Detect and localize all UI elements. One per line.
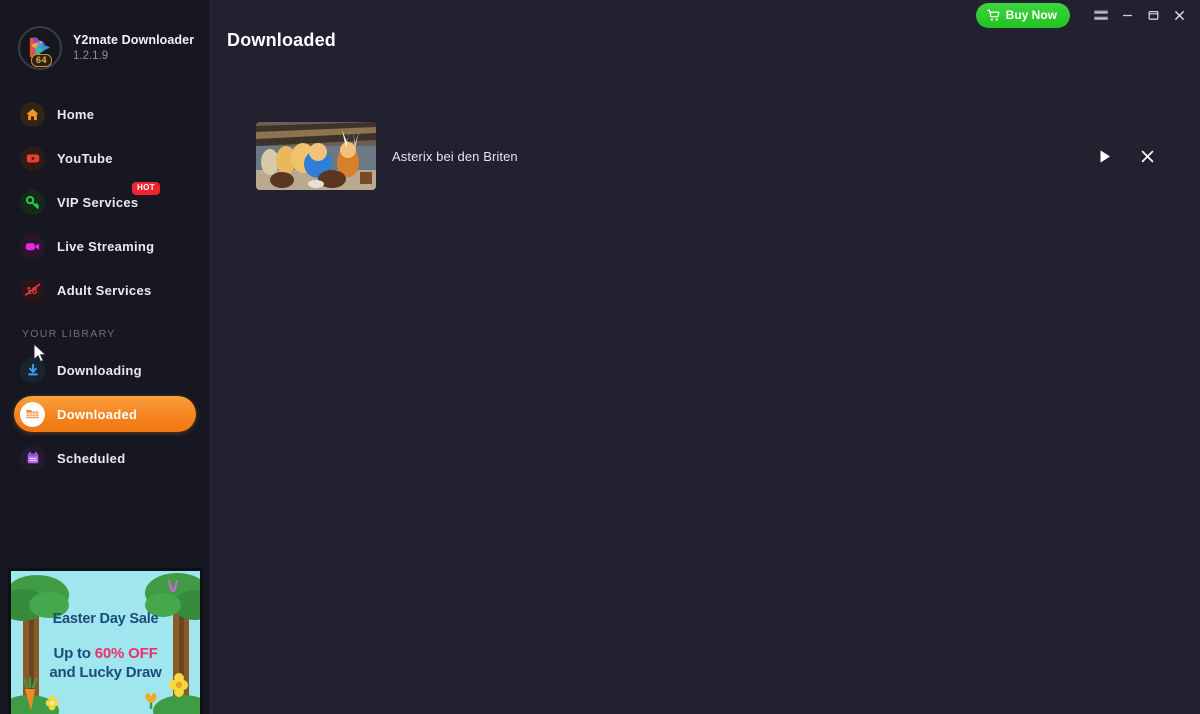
download-arrow-icon [20, 357, 45, 383]
promo-line2: Up to 60% OFF [11, 645, 200, 662]
key-icon [20, 189, 45, 215]
arch-badge: 64 [31, 54, 53, 67]
play-button[interactable] [1092, 143, 1118, 169]
sidebar-item-label: VIP Services [57, 194, 139, 210]
calendar-icon [20, 445, 45, 471]
folder-icon [20, 401, 45, 427]
sidebar-item-label: Downloading [57, 362, 142, 378]
sidebar-item-label: Live Streaming [57, 238, 155, 254]
promo-banner[interactable]: Easter Day Sale Up to 60% OFF and Lucky … [8, 568, 203, 714]
thumbnail-artwork [256, 122, 376, 190]
page-title: Downloaded [227, 30, 336, 50]
sidebar-item-label: Home [57, 106, 95, 122]
app-logo: 64 [18, 26, 62, 70]
sidebar-item-home[interactable]: Home [14, 96, 196, 132]
minimize-icon [1122, 14, 1132, 16]
item-actions [1092, 143, 1160, 169]
sidebar-item-vip-services[interactable]: VIP Services HOT [14, 182, 196, 220]
sidebar-item-downloaded[interactable]: Downloaded [14, 396, 196, 432]
buy-now-button[interactable]: Buy Now [975, 2, 1070, 28]
promo-discount: 60% OFF [94, 645, 158, 662]
close-icon [1141, 150, 1153, 162]
brand-header: 64 Y2mate Downloader 1.2.1.9 [0, 0, 210, 72]
item-title: Asterix bei den Briten [392, 148, 518, 164]
application-window: 64 Y2mate Downloader 1.2.1.9 Home YouTub… [0, 0, 1200, 714]
list-item[interactable]: Asterix bei den Briten [211, 110, 1200, 202]
sidebar-item-label: Adult Services [57, 282, 152, 298]
app-version: 1.2.1.9 [73, 49, 109, 62]
library-section-title: YOUR LIBRARY [22, 328, 116, 340]
promo-text: Easter Day Sale Up to 60% OFF and Lucky … [11, 611, 200, 681]
sidebar-item-label: Downloaded [57, 406, 138, 422]
hot-badge: HOT [132, 182, 161, 195]
sidebar-item-live-streaming[interactable]: Live Streaming [14, 228, 196, 264]
cart-icon [986, 9, 1000, 21]
menu-button[interactable] [1088, 2, 1114, 28]
downloaded-list: Asterix bei den Briten [211, 110, 1200, 202]
main-content: Buy Now Downloaded Asterix bei den Brite… [211, 0, 1200, 714]
eighteen-plus-blocked-icon: 18 [20, 277, 45, 303]
sidebar-item-label: YouTube [57, 150, 113, 166]
close-icon [1174, 10, 1184, 20]
video-camera-icon [20, 233, 45, 259]
video-thumbnail[interactable] [256, 122, 376, 190]
titlebar: Buy Now [975, 0, 1200, 30]
sidebar-item-youtube[interactable]: YouTube [14, 140, 196, 176]
sidebar-item-downloading[interactable]: Downloading [14, 352, 196, 388]
maximize-icon [1148, 10, 1158, 20]
promo-line2-prefix: Up to [53, 645, 95, 662]
sidebar-item-adult-services[interactable]: 18 Adult Services [14, 272, 196, 308]
maximize-button[interactable] [1140, 2, 1166, 28]
sidebar: 64 Y2mate Downloader 1.2.1.9 Home YouTub… [0, 0, 211, 714]
buy-now-label: Buy Now [1005, 8, 1057, 22]
brand-text: Y2mate Downloader 1.2.1.9 [73, 33, 194, 62]
app-name: Y2mate Downloader [73, 32, 195, 47]
sidebar-item-scheduled[interactable]: Scheduled [14, 440, 196, 476]
play-icon [1100, 149, 1110, 163]
primary-nav: Home YouTube VIP Services HOT Live Strea… [0, 96, 210, 476]
home-icon [20, 101, 45, 127]
delete-button[interactable] [1134, 143, 1160, 169]
close-button[interactable] [1166, 2, 1192, 28]
list-menu-icon [1094, 10, 1108, 20]
sidebar-item-label: Scheduled [57, 450, 126, 466]
minimize-button[interactable] [1114, 2, 1140, 28]
youtube-icon [20, 145, 45, 171]
promo-line3: and Lucky Draw [49, 664, 162, 681]
promo-line1: Easter Day Sale [52, 611, 159, 627]
